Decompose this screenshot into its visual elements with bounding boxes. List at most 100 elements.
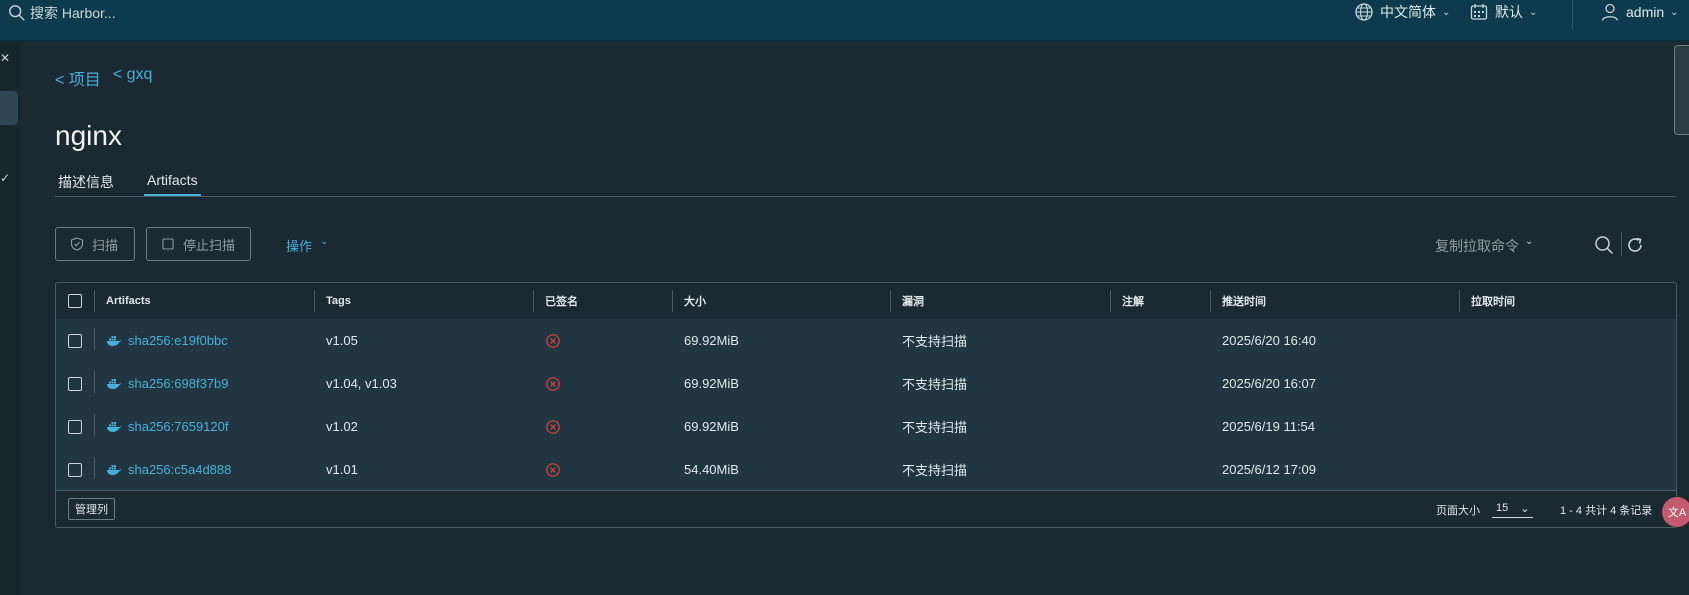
search-placeholder: 搜索 Harbor... — [30, 5, 116, 21]
tags-cell: v1.04, v1.03 — [326, 376, 397, 391]
breadcrumb-projects[interactable]: < 项目 — [55, 66, 101, 90]
table-row[interactable]: sha256:e19f0bbc v1.05 69.92MiB 不支持扫描 202… — [56, 319, 1676, 363]
column-header-tags[interactable]: Tags — [314, 283, 351, 319]
table-row[interactable]: sha256:7659120f v1.02 69.92MiB 不支持扫描 202… — [56, 405, 1676, 449]
artifacts-table: Artifacts Tags 已签名 大小 漏洞 注解 推送时间 拉取时间 sh… — [55, 282, 1677, 528]
actions-dropdown[interactable]: 操作 ⌄ — [286, 236, 328, 255]
artifact-digest: sha256:e19f0bbc — [128, 333, 228, 348]
tab-description[interactable]: 描述信息 — [55, 172, 117, 198]
stop-scan-button[interactable]: 停止扫描 — [146, 227, 251, 261]
vulnerability-cell: 不支持扫描 — [902, 463, 968, 478]
artifact-link[interactable]: sha256:7659120f — [106, 419, 228, 434]
column-header-annotations[interactable]: 注解 — [1110, 283, 1144, 319]
user-menu[interactable]: admin ⌄ — [1600, 1, 1679, 23]
user-icon — [1601, 3, 1619, 21]
table-row[interactable]: sha256:c5a4d888 v1.01 54.40MiB 不支持扫描 202… — [56, 448, 1676, 492]
row-checkbox[interactable] — [68, 333, 82, 348]
artifact-link[interactable]: sha256:e19f0bbc — [106, 333, 228, 348]
docker-icon — [107, 335, 122, 346]
table-header: Artifacts Tags 已签名 大小 漏洞 注解 推送时间 拉取时间 — [56, 283, 1676, 320]
annotation-cell — [1110, 362, 1122, 405]
tab-artifacts[interactable]: Artifacts — [144, 172, 201, 196]
page-size-label: 页面大小 — [1436, 505, 1480, 517]
pull-time-cell — [1459, 362, 1471, 405]
breadcrumb: < 项目 < gxq — [55, 66, 152, 90]
size-cell: 54.40MiB — [684, 462, 739, 477]
column-header-pull-time[interactable]: 拉取时间 — [1459, 283, 1515, 319]
globe-icon — [1355, 3, 1373, 21]
unsigned-x-icon — [546, 376, 560, 391]
collapse-icon[interactable]: ✕ — [0, 51, 10, 65]
page-title: nginx — [55, 120, 122, 151]
check-icon[interactable]: ✓ — [0, 171, 10, 185]
global-search[interactable]: 搜索 Harbor... — [8, 3, 116, 23]
scan-label: 扫描 — [92, 237, 119, 253]
row-checkbox[interactable] — [68, 419, 82, 434]
row-select-cell — [56, 362, 94, 405]
pull-time-cell — [1459, 448, 1471, 491]
docker-icon — [107, 421, 122, 432]
row-select-cell — [56, 405, 94, 448]
artifact-link[interactable]: sha256:c5a4d888 — [106, 462, 231, 477]
side-drawer-tab[interactable] — [1674, 45, 1689, 135]
docker-icon — [107, 378, 122, 389]
column-header-size[interactable]: 大小 — [672, 283, 706, 319]
size-cell: 69.92MiB — [684, 376, 739, 391]
signed-cell — [533, 405, 561, 448]
chevron-down-icon: ⌄ — [1442, 6, 1451, 18]
row-checkbox[interactable] — [68, 376, 82, 391]
unsigned-x-icon — [546, 419, 560, 434]
shield-icon — [70, 237, 84, 251]
breadcrumb-gxq[interactable]: < gxq — [113, 66, 153, 90]
search-icon[interactable] — [1594, 235, 1614, 255]
pull-time-cell — [1459, 319, 1471, 362]
search-icon — [9, 5, 25, 21]
scan-button[interactable]: 扫描 — [55, 227, 135, 261]
tags-cell: v1.05 — [326, 333, 358, 348]
column-header-vulnerabilities[interactable]: 漏洞 — [890, 283, 924, 319]
datetime-format-selector[interactable]: 默认 ⌄ — [1469, 1, 1537, 23]
push-time-cell: 2025/6/20 16:07 — [1222, 376, 1316, 391]
artifact-digest: sha256:7659120f — [128, 419, 229, 434]
tab-bar: 描述信息 Artifacts — [55, 172, 1676, 197]
artifact-link[interactable]: sha256:698f37b9 — [106, 376, 228, 391]
sidebar: ✕ ✓ — [0, 41, 20, 595]
page-size-select[interactable]: 15 ⌄ — [1492, 502, 1534, 518]
size-cell: 69.92MiB — [684, 333, 739, 348]
docker-icon — [107, 464, 122, 475]
manage-columns-button[interactable]: 管理列 — [68, 498, 115, 520]
vulnerability-cell: 不支持扫描 — [902, 377, 968, 392]
push-time-cell: 2025/6/20 16:40 — [1222, 333, 1316, 348]
column-header-artifacts[interactable]: Artifacts — [94, 283, 151, 319]
sidebar-item-projects[interactable] — [0, 91, 18, 125]
translate-icon[interactable]: 文A — [1662, 497, 1689, 527]
page-size-control: 页面大小 15 ⌄ — [1436, 502, 1534, 518]
push-time-cell: 2025/6/12 17:09 — [1222, 462, 1316, 477]
stop-icon — [162, 238, 174, 250]
size-cell: 69.92MiB — [684, 419, 739, 434]
top-header: 搜索 Harbor... 中文简体 ⌄ 默认 ⌄ admin ⌄ — [0, 0, 1689, 41]
tags-cell: v1.01 — [326, 462, 358, 477]
pagination-info: 1 - 4 共计 4 条记录 — [1560, 505, 1653, 517]
artifact-digest: sha256:c5a4d888 — [128, 462, 232, 477]
language-selector[interactable]: 中文简体 ⌄ — [1354, 1, 1450, 23]
annotation-cell — [1110, 319, 1122, 362]
table-row[interactable]: sha256:698f37b9 v1.04, v1.03 69.92MiB 不支… — [56, 362, 1676, 406]
annotation-cell — [1110, 448, 1122, 491]
copy-pull-label: 复制拉取命令 — [1435, 238, 1519, 254]
language-label: 中文简体 — [1380, 4, 1436, 20]
stop-scan-label: 停止扫描 — [183, 237, 236, 253]
pull-time-cell — [1459, 405, 1471, 448]
unsigned-x-icon — [546, 462, 560, 477]
signed-cell — [533, 362, 561, 405]
row-checkbox[interactable] — [68, 462, 82, 477]
column-header-push-time[interactable]: 推送时间 — [1210, 283, 1266, 319]
datetime-format-label: 默认 — [1495, 4, 1523, 20]
column-header-signed[interactable]: 已签名 — [533, 283, 578, 319]
refresh-icon[interactable] — [1625, 235, 1645, 255]
select-all-checkbox[interactable] — [68, 294, 82, 308]
toolbar-divider — [1621, 232, 1622, 256]
vulnerability-cell: 不支持扫描 — [902, 420, 968, 435]
unsigned-x-icon — [546, 333, 560, 348]
copy-pull-command-dropdown[interactable]: 复制拉取命令 ⌄ — [1435, 236, 1533, 256]
